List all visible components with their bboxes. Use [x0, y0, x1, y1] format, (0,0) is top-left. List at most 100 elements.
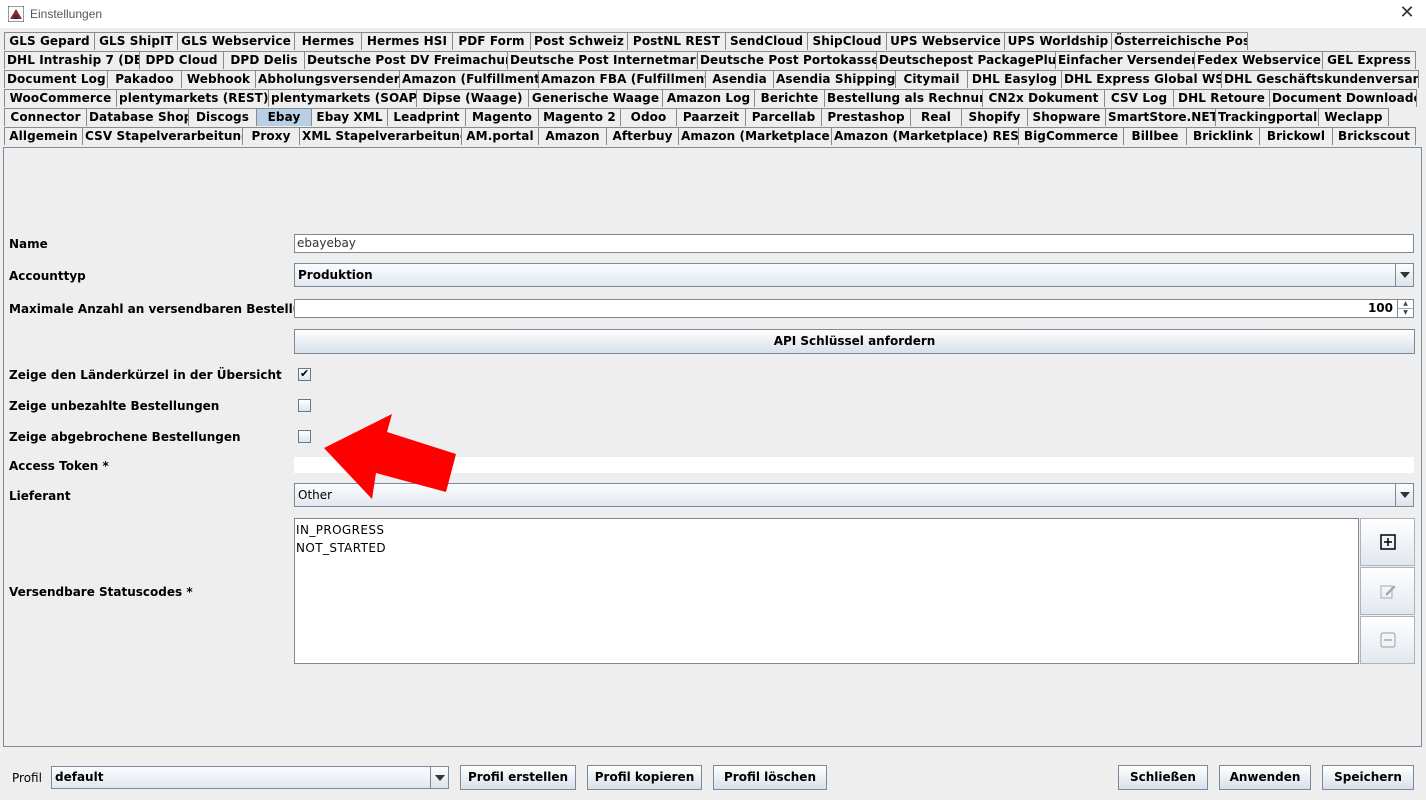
tab-cn2x-dokument[interactable]: CN2x Dokument — [982, 89, 1105, 107]
chevron-down-icon[interactable] — [1395, 484, 1413, 506]
tab-plentymarkets-soap[interactable]: plentymarkets (SOAP) — [268, 89, 417, 107]
tab-sendcloud[interactable]: SendCloud — [725, 32, 808, 50]
profile-copy-button[interactable]: Profil kopieren — [587, 765, 702, 790]
show-country-checkbox[interactable]: ✔ — [298, 367, 311, 381]
tab-amazon-fulfillment[interactable]: Amazon (Fulfillment) — [399, 70, 539, 88]
tab-magento[interactable]: Magento — [465, 108, 539, 126]
tab-pdf-form[interactable]: PDF Form — [452, 32, 531, 50]
tab-database-shop[interactable]: Database Shop — [86, 108, 189, 126]
profile-select[interactable]: default — [51, 766, 449, 789]
tab-amazon-fba[interactable]: Amazon FBA (Fulfillment) — [538, 70, 706, 88]
tab-pakadoo[interactable]: Pakadoo — [107, 70, 182, 88]
tab-connector[interactable]: Connector — [4, 108, 87, 126]
remove-status-button[interactable] — [1360, 616, 1415, 664]
save-button[interactable]: Speichern — [1322, 765, 1414, 790]
tab-woocommerce[interactable]: WooCommerce — [4, 89, 117, 107]
tab-bigcommerce[interactable]: BigCommerce — [1018, 127, 1124, 145]
tab-deutsche-post-internetmarke[interactable]: Deutsche Post Internetmarke — [507, 51, 698, 69]
tab-csv-log[interactable]: CSV Log — [1104, 89, 1174, 107]
tab-ebay-xml[interactable]: Ebay XML — [311, 108, 388, 126]
tab-discogs[interactable]: Discogs — [188, 108, 257, 126]
tab-gls-webservice[interactable]: GLS Webservice — [177, 32, 295, 50]
max-orders-spinner[interactable]: 100 ▲ ▼ — [294, 299, 1414, 318]
tab-abholungsversender[interactable]: Abholungsversender — [255, 70, 400, 88]
tab-real[interactable]: Real — [910, 108, 962, 126]
tab-csv-stapelverarbeitung[interactable]: CSV Stapelverarbeitung — [82, 127, 243, 145]
tab-fedex-webservice[interactable]: Fedex Webservice — [1194, 51, 1323, 69]
tab-proxy[interactable]: Proxy — [242, 127, 300, 145]
tab-deutsche-post-portokasse[interactable]: Deutsche Post Portokasse — [697, 51, 877, 69]
chevron-down-icon[interactable] — [430, 767, 448, 788]
tab-amazon-log[interactable]: Amazon Log — [662, 89, 755, 107]
tab-generische-waage[interactable]: Generische Waage — [528, 89, 663, 107]
tab-dpd-cloud[interactable]: DPD Cloud — [139, 51, 224, 69]
tab-amazon[interactable]: Amazon — [538, 127, 607, 145]
tab-am-portal[interactable]: AM.portal — [461, 127, 539, 145]
tab-weclapp[interactable]: Weclapp — [1318, 108, 1389, 126]
tab-bricklink[interactable]: Bricklink — [1186, 127, 1260, 145]
tab-leadprint[interactable]: Leadprint — [387, 108, 466, 126]
tab-asendia[interactable]: Asendia — [705, 70, 774, 88]
tab-dhl-easylog[interactable]: DHL Easylog — [967, 70, 1062, 88]
tab-amazon-marketplace-rest[interactable]: Amazon (Marketplace) REST — [831, 127, 1019, 145]
name-input[interactable]: ebayebay — [294, 234, 1414, 253]
tab-bestellung-als-rechnung[interactable]: Bestellung als Rechnung — [824, 89, 983, 107]
tab-prestashop[interactable]: Prestashop — [821, 108, 911, 126]
tab-berichte[interactable]: Berichte — [754, 89, 825, 107]
show-unpaid-checkbox[interactable] — [298, 399, 311, 412]
tab-dipse-waage[interactable]: Dipse (Waage) — [416, 89, 529, 107]
show-cancelled-checkbox[interactable] — [298, 430, 311, 443]
tab-dhl-retoure[interactable]: DHL Retoure — [1173, 89, 1270, 107]
spinner-down-icon[interactable]: ▼ — [1398, 309, 1413, 317]
tab-dpd-delis[interactable]: DPD Delis — [223, 51, 305, 69]
tab-brickowl[interactable]: Brickowl — [1259, 127, 1333, 145]
tab-hermes-hsi[interactable]: Hermes HSI — [361, 32, 453, 50]
spinner-up-icon[interactable]: ▲ — [1398, 300, 1413, 309]
close-button[interactable]: Schließen — [1118, 765, 1208, 790]
tab-asendia-shipping[interactable]: Asendia Shipping — [773, 70, 896, 88]
tab-magento-2[interactable]: Magento 2 — [538, 108, 621, 126]
tab-hermes[interactable]: Hermes — [294, 32, 362, 50]
chevron-down-icon[interactable] — [1395, 264, 1413, 286]
edit-status-button[interactable] — [1360, 567, 1415, 615]
tab-osterreichische-post[interactable]: Österreichische Post — [1111, 32, 1248, 50]
tab-document-log[interactable]: Document Log — [4, 70, 108, 88]
tab-post-schweiz[interactable]: Post Schweiz — [530, 32, 628, 50]
tab-einfacher-versender[interactable]: Einfacher Versender — [1055, 51, 1195, 69]
tab-gls-shipit[interactable]: GLS ShipIT — [94, 32, 178, 50]
tab-paarzeit[interactable]: Paarzeit — [676, 108, 746, 126]
tab-gls-gepard[interactable]: GLS Gepard — [4, 32, 95, 50]
tab-document-downloader[interactable]: Document Downloader — [1269, 89, 1417, 107]
tab-brickscout[interactable]: Brickscout — [1332, 127, 1416, 145]
profile-create-button[interactable]: Profil erstellen — [460, 765, 576, 790]
tab-allgemein[interactable]: Allgemein — [4, 127, 83, 145]
tab-ups-worldship[interactable]: UPS Worldship — [1004, 32, 1112, 50]
tab-deutsche-post-dv[interactable]: Deutsche Post DV Freimachung — [304, 51, 508, 69]
tab-odoo[interactable]: Odoo — [620, 108, 677, 126]
list-item[interactable]: IN_PROGRESS — [296, 521, 1357, 539]
accounttyp-select[interactable]: Produktion — [294, 263, 1414, 287]
tab-amazon-marketplace[interactable]: Amazon (Marketplace) — [678, 127, 832, 145]
tab-shipcloud[interactable]: ShipCloud — [807, 32, 887, 50]
tab-parcellab[interactable]: Parcellab — [745, 108, 822, 126]
tab-gel-express[interactable]: GEL Express — [1322, 51, 1416, 69]
status-codes-list[interactable]: IN_PROGRESS NOT_STARTED — [294, 518, 1359, 664]
profile-delete-button[interactable]: Profil löschen — [713, 765, 827, 790]
tab-billbee[interactable]: Billbee — [1123, 127, 1187, 145]
tab-dhl-intraship[interactable]: DHL Intraship 7 (DE) — [4, 51, 140, 69]
close-icon[interactable]: ✕ — [1396, 3, 1418, 25]
tab-xml-stapelverarbeitung[interactable]: XML Stapelverarbeitung — [299, 127, 462, 145]
tab-afterbuy[interactable]: Afterbuy — [606, 127, 679, 145]
tab-plentymarkets-rest[interactable]: plentymarkets (REST) — [116, 89, 269, 107]
tab-deutschepost-packageplus[interactable]: Deutschepost PackagePlus — [876, 51, 1056, 69]
tab-citymail[interactable]: Citymail — [895, 70, 968, 88]
list-item[interactable]: NOT_STARTED — [296, 539, 1357, 557]
apply-button[interactable]: Anwenden — [1219, 765, 1311, 790]
add-status-button[interactable] — [1360, 518, 1415, 566]
tab-ebay[interactable]: Ebay — [256, 108, 312, 126]
api-key-button[interactable]: API Schlüssel anfordern — [294, 329, 1415, 354]
tab-webhook[interactable]: Webhook — [181, 70, 256, 88]
tab-postnl-rest[interactable]: PostNL REST — [627, 32, 726, 50]
tab-smartstore[interactable]: SmartStore.NET — [1105, 108, 1216, 126]
tab-shopware[interactable]: Shopware — [1027, 108, 1106, 126]
